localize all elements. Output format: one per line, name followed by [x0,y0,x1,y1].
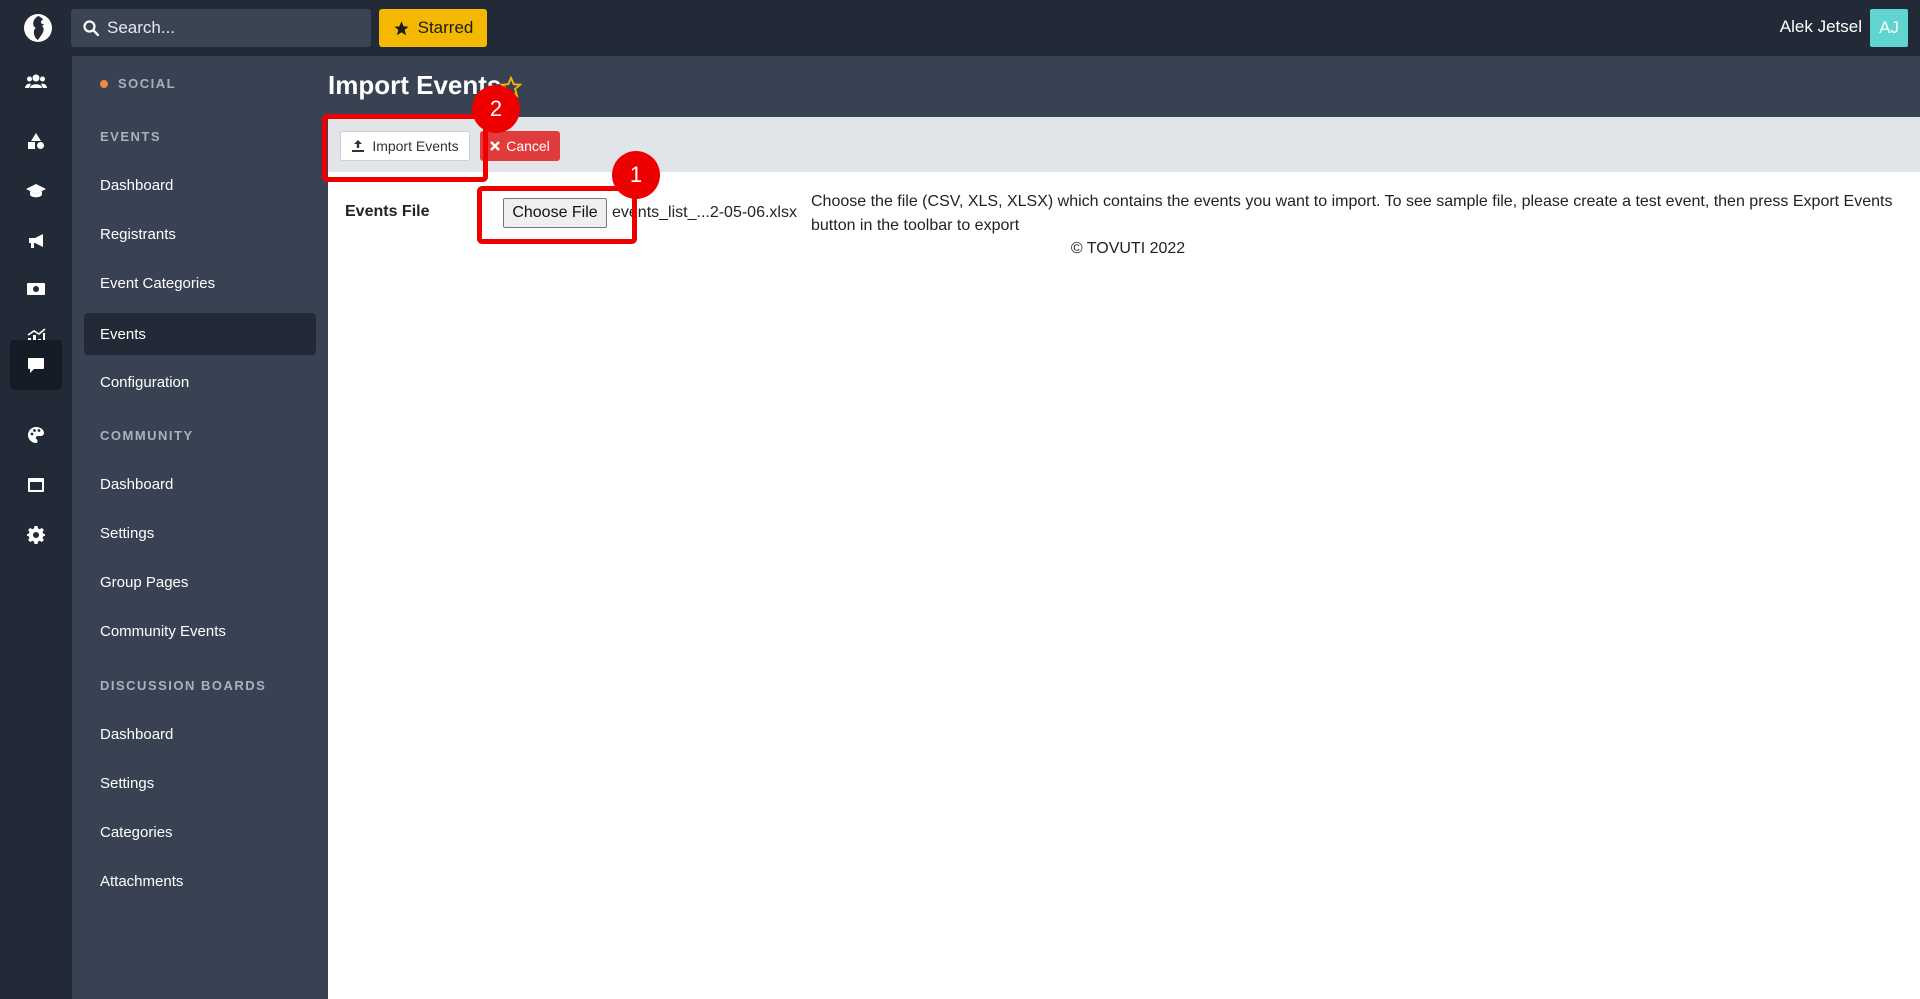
starred-button[interactable]: Starred [379,9,487,47]
sidebar-item-events[interactable]: Events [84,313,316,355]
star-icon [394,20,409,35]
window-icon[interactable] [10,460,62,510]
users-icon[interactable] [10,56,62,106]
search-icon [83,20,99,36]
gear-icon[interactable] [10,510,62,560]
sidebar-item-categories[interactable]: Categories [84,811,316,853]
cancel-label: Cancel [506,138,550,154]
sidebar-item-community-events[interactable]: Community Events [84,610,316,652]
events-file-help-text: Choose the file (CSV, XLS, XLSX) which c… [811,193,1893,234]
palette-icon[interactable] [10,410,62,460]
sidebar-section-community: COMMUNITY [100,428,194,443]
sidebar-item-event-categories[interactable]: Event Categories [84,262,316,304]
sidebar-item-group-pages[interactable]: Group Pages [84,561,316,603]
annotation-box-1 [477,186,637,244]
annotation-badge-1: 1 [612,151,660,199]
sidebar-item-community-dashboard[interactable]: Dashboard [84,463,316,505]
annotation-badge-2: 2 [472,85,520,133]
close-icon [490,141,501,151]
search-placeholder: Search... [107,18,176,37]
search-input[interactable]: Search... [71,9,371,47]
footer-copyright: © TOVUTI 2022 [1070,240,1186,257]
toolbar: Import Events Cancel [328,117,1920,172]
sidebar-item-events-dashboard[interactable]: Dashboard [84,164,316,206]
sidebar-item-community-settings[interactable]: Settings [84,512,316,554]
starred-label: Starred [417,18,474,37]
sidebar-item-discussion-dashboard[interactable]: Dashboard [84,713,316,755]
sidebar-item-configuration[interactable]: Configuration [84,361,316,403]
avatar[interactable]: AJ [1870,9,1908,47]
shapes-icon[interactable] [10,116,62,166]
status-dot [100,79,108,88]
graduation-cap-icon[interactable] [10,166,62,216]
user-name[interactable]: Alek Jetsel [1780,17,1862,37]
icon-rail [0,56,72,999]
sidebar-social-header[interactable]: SOCIAL [100,76,176,91]
chat-icon[interactable] [10,340,62,390]
sidebar-section-discussion-boards: DISCUSSION BOARDS [100,678,267,693]
tovuti-logo-icon[interactable] [22,12,54,44]
annotation-box-2 [322,114,488,182]
sidebar: SOCIAL EVENTS Dashboard Registrants Even… [72,56,328,999]
page-header: Import Events [328,56,1920,117]
top-bar: Search... Starred Alek Jetsel AJ [0,0,1920,56]
selected-file-name: events_list_...2-05-06.xlsx [612,204,797,221]
sidebar-item-discussion-settings[interactable]: Settings [84,762,316,804]
sidebar-social-label: SOCIAL [118,76,177,91]
cancel-button[interactable]: Cancel [480,131,560,161]
money-icon[interactable] [10,264,62,314]
sidebar-item-attachments[interactable]: Attachments [84,860,316,902]
sidebar-section-events: EVENTS [100,129,162,144]
events-file-label: Events File [345,203,430,220]
